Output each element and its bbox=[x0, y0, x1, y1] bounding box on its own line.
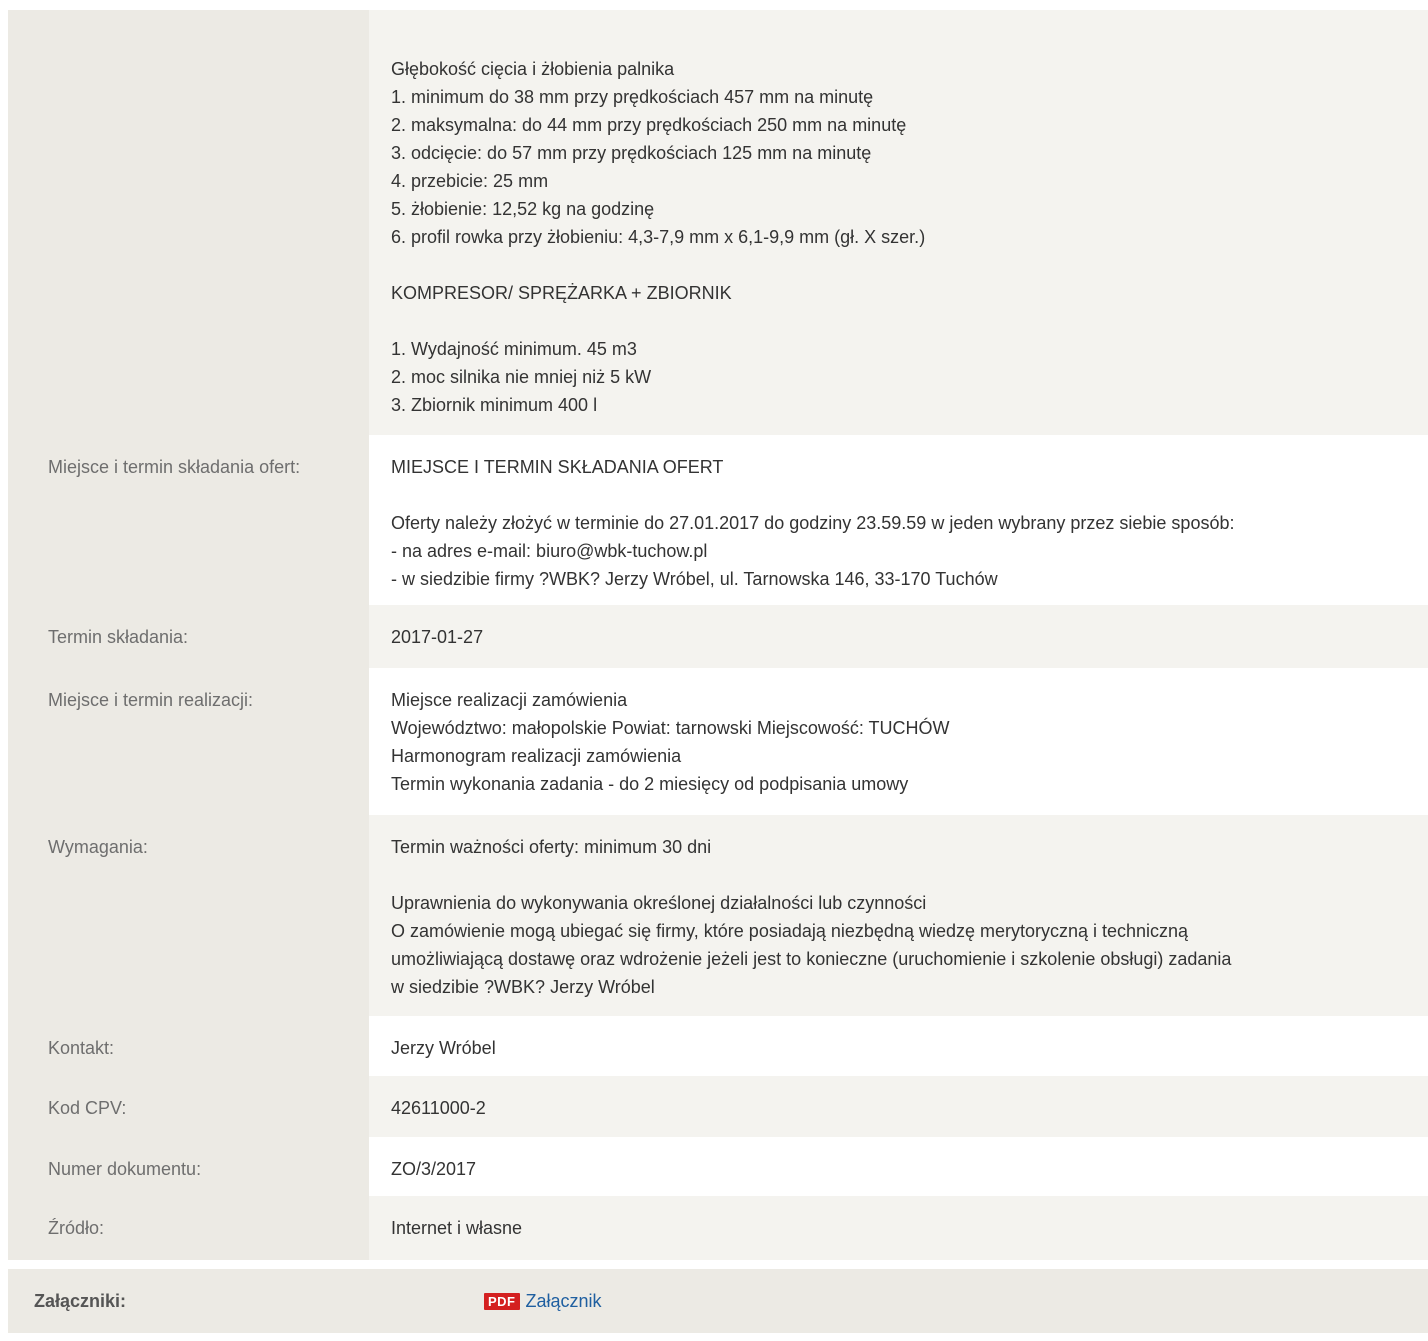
attachment-link-text: Załącznik bbox=[525, 1290, 602, 1311]
attachments-label: Załączniki: bbox=[34, 1290, 127, 1311]
row-value: ZO/3/2017 bbox=[369, 1137, 1428, 1196]
row-label: Miejsce i termin realizacji: bbox=[8, 668, 369, 815]
attachments-bar: Załączniki: PDF Załącznik bbox=[8, 1269, 1428, 1333]
detail-row-deadline: Termin składania: 2017-01-27 bbox=[8, 605, 1428, 668]
row-value: Termin ważności oferty: minimum 30 dni U… bbox=[369, 815, 1428, 1016]
row-value: 42611000-2 bbox=[369, 1076, 1428, 1137]
row-label: Kod CPV: bbox=[8, 1076, 369, 1137]
row-label: Źródło: bbox=[8, 1196, 369, 1260]
row-value: Internet i własne bbox=[369, 1196, 1428, 1260]
detail-row-offer-place: Miejsce i termin składania ofert: MIEJSC… bbox=[8, 435, 1428, 605]
detail-row-cpv: Kod CPV: 42611000-2 bbox=[8, 1076, 1428, 1137]
row-label: Kontakt: bbox=[8, 1016, 369, 1076]
row-value: 2017-01-27 bbox=[369, 605, 1428, 668]
detail-row-realization: Miejsce i termin realizacji: Miejsce rea… bbox=[8, 668, 1428, 815]
detail-row-source: Źródło: Internet i własne bbox=[8, 1196, 1428, 1260]
row-label bbox=[8, 10, 369, 435]
row-value: Miejsce realizacji zamówienia Województw… bbox=[369, 668, 1428, 815]
pdf-icon: PDF bbox=[484, 1292, 520, 1310]
row-label: Wymagania: bbox=[8, 815, 369, 1016]
detail-row-contact: Kontakt: Jerzy Wróbel bbox=[8, 1016, 1428, 1076]
details-table: Głębokość cięcia i żłobienia palnika 1. … bbox=[8, 10, 1428, 1260]
detail-row-document-number: Numer dokumentu: ZO/3/2017 bbox=[8, 1137, 1428, 1196]
row-value: Głębokość cięcia i żłobienia palnika 1. … bbox=[369, 10, 1428, 435]
attachment-link[interactable]: PDF Załącznik bbox=[484, 1291, 602, 1312]
row-label: Termin składania: bbox=[8, 605, 369, 668]
row-value: Jerzy Wróbel bbox=[369, 1016, 1428, 1076]
row-label: Numer dokumentu: bbox=[8, 1137, 369, 1196]
detail-row-requirements: Wymagania: Termin ważności oferty: minim… bbox=[8, 815, 1428, 1016]
detail-row-specification: Głębokość cięcia i żłobienia palnika 1. … bbox=[8, 10, 1428, 435]
row-label: Miejsce i termin składania ofert: bbox=[8, 435, 369, 605]
row-value: MIEJSCE I TERMIN SKŁADANIA OFERT Oferty … bbox=[369, 435, 1428, 605]
